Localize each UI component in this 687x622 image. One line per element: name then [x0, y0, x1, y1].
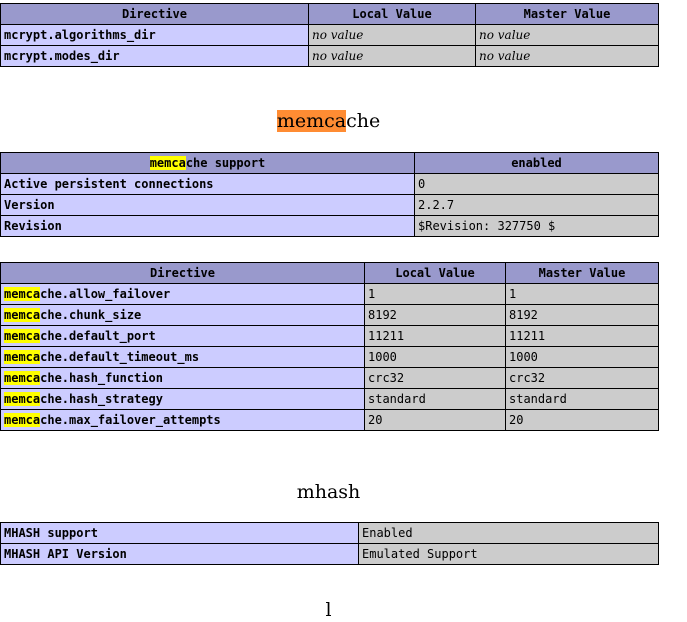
directive-rest: che.default_port — [40, 329, 156, 343]
search-match: memca — [4, 371, 41, 385]
local-value: standard — [364, 388, 506, 410]
no-value-text: no value — [479, 49, 531, 63]
search-match: memca — [4, 413, 41, 427]
table-header-row: Directive Local Value Master Value — [0, 262, 659, 284]
local-value: 8192 — [364, 304, 506, 326]
directive-name: memcache.default_timeout_ms — [0, 346, 365, 368]
table-row: Revision $Revision: 327750 $ — [0, 215, 659, 237]
directive-name: memcache.hash_function — [0, 367, 365, 389]
table-header-row: Directive Local Value Master Value — [0, 3, 659, 25]
table-row: mcrypt.algorithms_dir no value no value — [0, 24, 659, 46]
support-status-header: enabled — [414, 152, 659, 174]
table-row: memcache.max_failover_attempts 20 20 — [0, 409, 659, 431]
table-row: Active persistent connections 0 — [0, 173, 659, 195]
directive-rest: che.hash_function — [40, 371, 163, 385]
row-value: 2.2.7 — [414, 194, 659, 216]
directive-rest: che.chunk_size — [40, 308, 142, 322]
row-value: 0 — [414, 173, 659, 195]
row-label: MHASH support — [0, 522, 359, 544]
table-row: memcache.chunk_size 8192 8192 — [0, 304, 659, 326]
mcrypt-directive-table: Directive Local Value Master Value mcryp… — [0, 3, 659, 67]
directive-name: mcrypt.modes_dir — [0, 45, 309, 67]
column-header-directive: Directive — [0, 262, 365, 284]
table-row: MHASH API Version Emulated Support — [0, 543, 659, 565]
local-value: no value — [308, 24, 476, 46]
master-value: 1 — [505, 283, 659, 305]
mhash-table: MHASH support Enabled MHASH API Version … — [0, 522, 659, 565]
local-value: 1000 — [364, 346, 506, 368]
table-row: memcache.hash_strategy standard standard — [0, 388, 659, 410]
search-match: memca — [4, 287, 41, 301]
column-header-master-value: Master Value — [475, 3, 659, 25]
local-value: 20 — [364, 409, 506, 431]
local-value: crc32 — [364, 367, 506, 389]
table-row: memcache.default_port 11211 11211 — [0, 325, 659, 347]
master-value: crc32 — [505, 367, 659, 389]
active-search-match: memca — [276, 110, 347, 132]
master-value: standard — [505, 388, 659, 410]
search-match: memca — [4, 392, 41, 406]
column-header-directive: Directive — [0, 3, 309, 25]
title-rest: che — [346, 110, 381, 132]
row-label: MHASH API Version — [0, 543, 359, 565]
section-title-mhash: mhash — [296, 481, 361, 503]
table-row: memcache.default_timeout_ms 1000 1000 — [0, 346, 659, 368]
directive-name: memcache.allow_failover — [0, 283, 365, 305]
master-value: no value — [475, 45, 659, 67]
directive-rest: che.allow_failover — [40, 287, 171, 301]
table-row: MHASH support Enabled — [0, 522, 659, 544]
directive-rest: che.hash_strategy — [40, 392, 163, 406]
master-value: no value — [475, 24, 659, 46]
directive-rest: che.default_timeout_ms — [40, 350, 200, 364]
search-match: memca — [4, 329, 41, 343]
no-value-text: no value — [479, 28, 531, 42]
memcache-directive-table: Directive Local Value Master Value memca… — [0, 262, 659, 431]
directive-name: memcache.chunk_size — [0, 304, 365, 326]
master-value: 20 — [505, 409, 659, 431]
no-value-text: no value — [312, 28, 364, 42]
header-rest: che support — [185, 156, 266, 170]
search-match: memca — [4, 350, 41, 364]
table-header-row: memcache support enabled — [0, 152, 659, 174]
memcache-support-table: memcache support enabled Active persiste… — [0, 152, 659, 237]
local-value: 1 — [364, 283, 506, 305]
column-header-local-value: Local Value — [308, 3, 476, 25]
directive-name: mcrypt.algorithms_dir — [0, 24, 309, 46]
directive-name: memcache.hash_strategy — [0, 388, 365, 410]
row-value: $Revision: 327750 $ — [414, 215, 659, 237]
local-value: no value — [308, 45, 476, 67]
row-label: Active persistent connections — [0, 173, 415, 195]
table-row: memcache.hash_function crc32 crc32 — [0, 367, 659, 389]
row-value: Emulated Support — [358, 543, 659, 565]
table-row: Version 2.2.7 — [0, 194, 659, 216]
directive-name: memcache.default_port — [0, 325, 365, 347]
column-header-master-value: Master Value — [505, 262, 659, 284]
section-title-memcache: memcache — [0, 109, 657, 133]
no-value-text: no value — [312, 49, 364, 63]
master-value: 1000 — [505, 346, 659, 368]
master-value: 8192 — [505, 304, 659, 326]
search-match: memca — [149, 156, 186, 170]
section-title-next: l — [325, 599, 332, 621]
directive-rest: che.max_failover_attempts — [40, 413, 221, 427]
column-header-local-value: Local Value — [364, 262, 506, 284]
table-row: memcache.allow_failover 1 1 — [0, 283, 659, 305]
row-label: Revision — [0, 215, 415, 237]
row-label: Version — [0, 194, 415, 216]
table-row: mcrypt.modes_dir no value no value — [0, 45, 659, 67]
local-value: 11211 — [364, 325, 506, 347]
row-value: Enabled — [358, 522, 659, 544]
support-header: memcache support — [0, 152, 415, 174]
search-match: memca — [4, 308, 41, 322]
directive-name: memcache.max_failover_attempts — [0, 409, 365, 431]
master-value: 11211 — [505, 325, 659, 347]
